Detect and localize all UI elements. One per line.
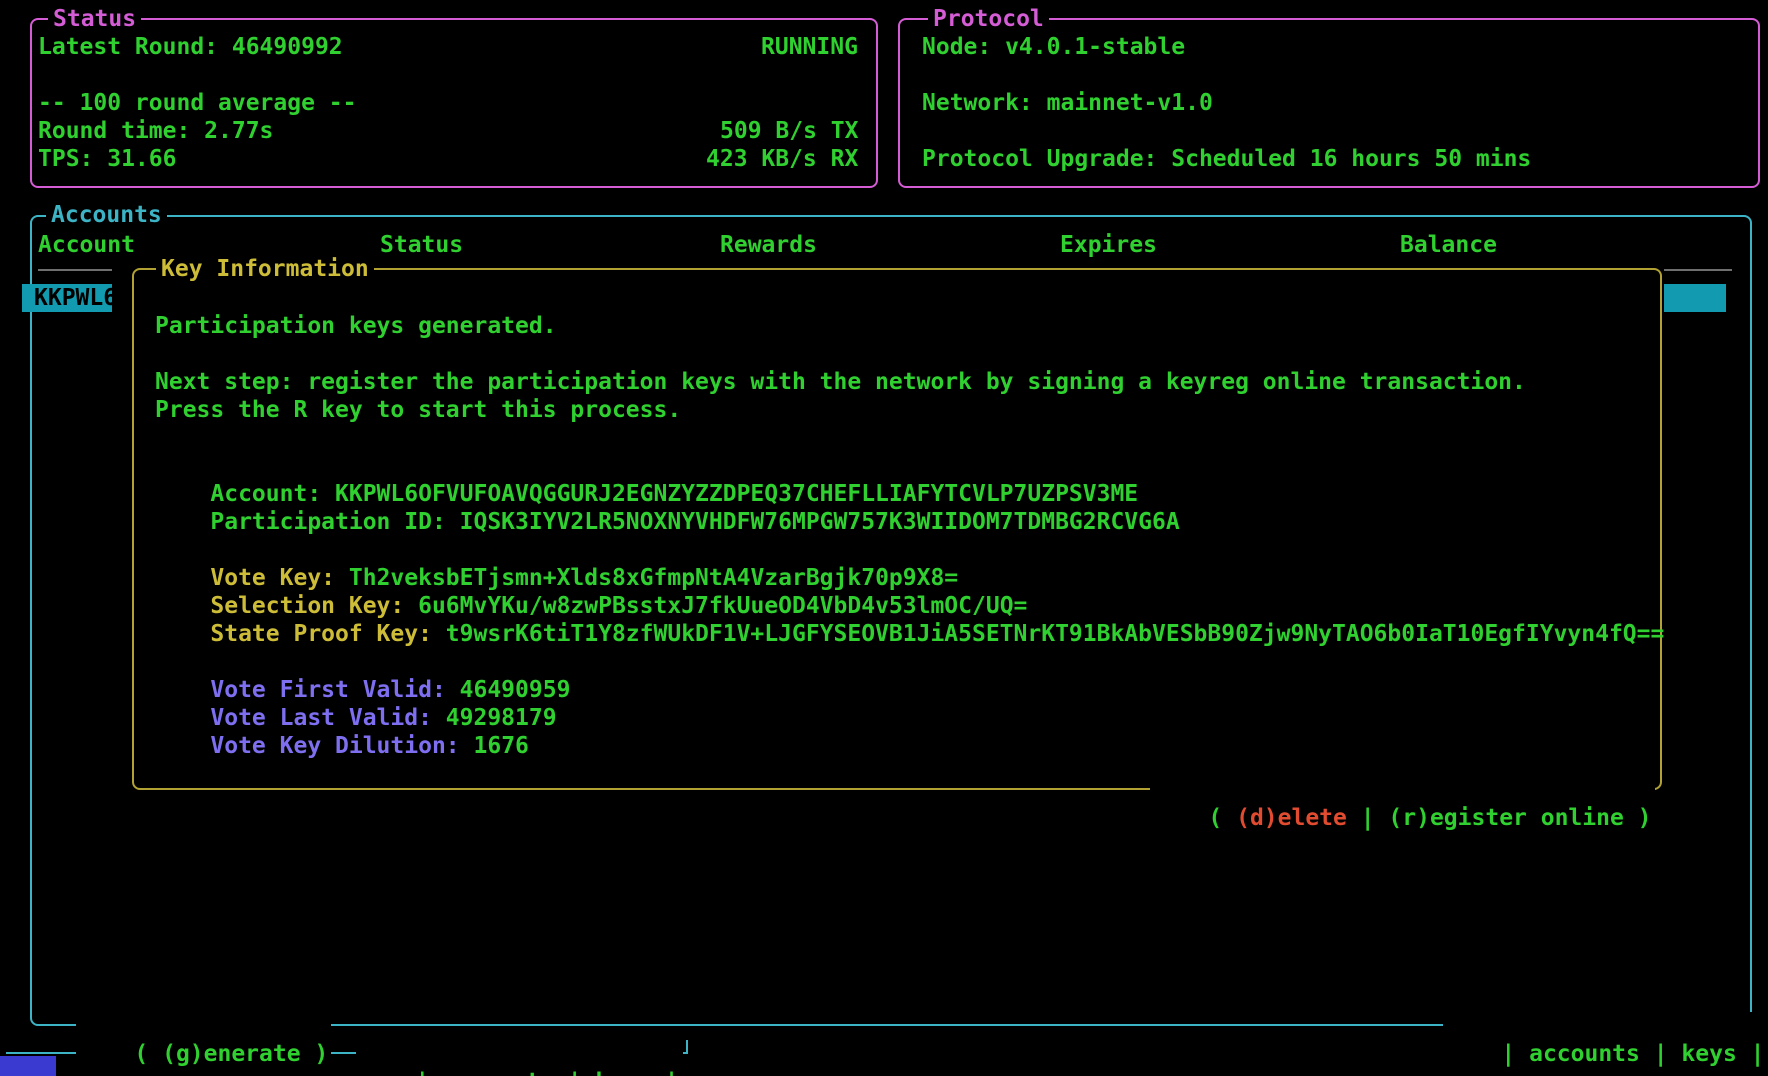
panel-tabs-open: | (1501, 1041, 1529, 1067)
keys-generated-message: Participation keys generated. (155, 312, 557, 340)
bottom-bar-hook (686, 1040, 688, 1054)
column-header-status: Status (380, 231, 463, 259)
accounts-panel-title: Accounts (46, 201, 167, 229)
screen-tab-accounts[interactable]: accounts (443, 1069, 554, 1076)
vote-key-dilution-value: 1676 (474, 733, 529, 759)
panel-tabs-separator: | (1640, 1041, 1682, 1067)
terminal-cursor-block (0, 1056, 56, 1076)
column-header-balance: Balance (1400, 231, 1497, 259)
rx-rate-text: 423 KB/s RX (706, 145, 858, 173)
protocol-panel-title: Protocol (928, 5, 1049, 33)
node-version-text: Node: v4.0.1-stable (922, 33, 1185, 61)
table-row-selected[interactable]: KKPWL6 (22, 284, 112, 312)
panel-tab-accounts[interactable]: accounts (1529, 1041, 1640, 1067)
state-proof-key-label: State Proof Key: (210, 621, 445, 647)
register-online-command[interactable]: (r)egister online (1388, 805, 1623, 831)
status-panel-title: Status (48, 5, 141, 33)
state-proof-key-value: t9wsrK6tiT1Y8zfWUkDF1V+LJGFYSEOVB1JiA5SE… (446, 621, 1665, 647)
round-time-text: Round time: 2.77s (38, 117, 273, 145)
participation-id-value: IQSK3IYV2LR5NOXNYVHDFW76MPGW757K3WIIDOM7… (460, 509, 1180, 535)
protocol-upgrade-text: Protocol Upgrade: Scheduled 16 hours 50 … (922, 145, 1531, 173)
latest-round-text: Latest Round: 46490992 (38, 33, 343, 61)
screen-tabs-open: | (415, 1069, 443, 1076)
footer-open-paren: ( (1208, 805, 1236, 831)
modal-footer-commands: ( (d)elete | (r)egister online ) (1150, 776, 1655, 860)
screen-tab-bar: | accounts | keys | (356, 1040, 683, 1076)
vote-key-dilution-field: Vote Key Dilution: 1676 (155, 704, 529, 788)
panel-tab-bar: | accounts | keys | (1443, 1012, 1768, 1076)
column-header-rewards: Rewards (720, 231, 817, 259)
screen-tabs-close: | (651, 1069, 679, 1076)
delete-command[interactable]: (d)elete (1236, 805, 1347, 831)
footer-close-paren: ) (1624, 805, 1652, 831)
selected-account-text: KKPWL6 (34, 284, 117, 312)
header-divider-right (1664, 269, 1732, 271)
generate-command[interactable]: (g)enerate (162, 1041, 300, 1067)
screen-tabs-separator: | (554, 1069, 596, 1076)
panel-tabs-close: | (1737, 1041, 1765, 1067)
tx-rate-text: 509 B/s TX (720, 117, 858, 145)
press-r-message: Press the R key to start this process. (155, 396, 681, 424)
next-step-message: Next step: register the participation ke… (155, 368, 1526, 396)
node-state-badge: RUNNING (761, 33, 858, 61)
generate-hint: ( (g)enerate ) (76, 1012, 331, 1076)
key-information-title: Key Information (156, 255, 374, 283)
round-average-header: -- 100 round average -- (38, 89, 357, 117)
column-header-account: Account (38, 231, 135, 259)
network-text: Network: mainnet-v1.0 (922, 89, 1213, 117)
participation-id-label: Participation ID: (210, 509, 459, 535)
generate-open-paren: ( (134, 1041, 162, 1067)
screen-tab-keys[interactable]: keys (595, 1069, 650, 1076)
tps-text: TPS: 31.66 (38, 145, 176, 173)
generate-close-paren: ) (301, 1041, 329, 1067)
column-header-expires: Expires (1060, 231, 1157, 259)
table-row-selected-tail[interactable] (1664, 284, 1726, 312)
footer-separator: | (1347, 805, 1389, 831)
header-divider-left (38, 269, 112, 271)
vote-key-dilution-label: Vote Key Dilution: (210, 733, 473, 759)
terminal-screen: Status Latest Round: 46490992 RUNNING --… (0, 0, 1768, 1076)
panel-tab-keys[interactable]: keys (1681, 1041, 1736, 1067)
